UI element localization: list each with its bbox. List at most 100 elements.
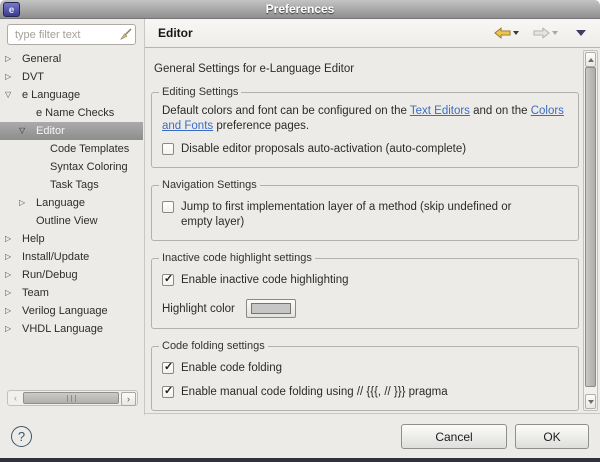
tree-item-vhdl-language[interactable]: VHDL Language [0, 320, 143, 338]
page-description: General Settings for e-Language Editor [154, 63, 355, 75]
editing-settings-description: Default colors and font can be configure… [162, 104, 570, 134]
description-text: preference pages. [213, 120, 310, 132]
vertical-scrollbar-thumb[interactable] [585, 67, 596, 387]
tree-item-code-templates[interactable]: Code Templates [0, 140, 143, 158]
enable-manual-folding-checkbox-row[interactable]: Enable manual code folding using // {{{,… [162, 384, 570, 400]
tree-item-label: Team [22, 287, 49, 299]
tree-horizontal-scrollbar[interactable]: ‹ › [7, 390, 138, 406]
eclipse-logo-icon: e [3, 2, 20, 17]
preference-page-panel: Editor General Settings for e-Language E… [144, 19, 600, 415]
disable-proposals-checkbox-row[interactable]: Disable editor proposals auto-activation… [162, 142, 570, 157]
twisty-collapsed-icon[interactable] [5, 266, 22, 284]
tree-item-language[interactable]: Language [0, 194, 143, 212]
settings-content: General Settings for e-Language Editor E… [151, 48, 579, 411]
description-text: and on the [469, 105, 531, 117]
tree-item-label: e Name Checks [36, 107, 115, 119]
tree-item-task-tags[interactable]: Task Tags [0, 176, 143, 194]
checkbox-label: Jump to first implementation layer of a … [181, 201, 512, 228]
tree-item-label: VHDL Language [22, 323, 103, 335]
tree-item-help[interactable]: Help [0, 230, 143, 248]
preferences-tree: General DVT e Language e Name Checks Edi… [0, 50, 143, 338]
scroll-left-button[interactable]: ‹ [9, 392, 22, 404]
twisty-collapsed-icon[interactable] [5, 50, 22, 68]
tree-item-dvt[interactable]: DVT [0, 68, 143, 86]
tree-item-label: Run/Debug [22, 269, 78, 281]
checkbox-label: Enable manual code folding using // {{{,… [181, 386, 448, 398]
twisty-collapsed-icon[interactable] [5, 302, 22, 320]
tree-item-editor[interactable]: Editor [0, 122, 143, 140]
tree-item-label: Code Templates [50, 143, 130, 155]
color-swatch [250, 303, 291, 314]
checkbox-icon[interactable] [162, 143, 174, 155]
cancel-button[interactable]: Cancel [401, 424, 507, 449]
enable-inactive-highlight-checkbox-row[interactable]: Enable inactive code highlighting [162, 272, 570, 288]
group-title: Code folding settings [159, 340, 268, 352]
checkbox-icon[interactable] [162, 384, 174, 399]
twisty-collapsed-icon[interactable] [5, 320, 22, 338]
group-navigation-settings: Navigation Settings Jump to first implem… [151, 179, 579, 241]
highlight-color-row: Highlight color [162, 299, 570, 318]
tree-item-label: General [22, 53, 62, 65]
page-nav-icons [492, 26, 590, 40]
tree-item-e-language[interactable]: e Language [0, 86, 143, 104]
up-arrow-icon [587, 57, 594, 62]
tree-item-install-update[interactable]: Install/Update [0, 248, 143, 266]
scrollbar-grip [66, 394, 76, 402]
checkbox-label: Disable editor proposals auto-activation… [181, 143, 467, 155]
settings-vertical-scrollbar[interactable] [583, 50, 598, 411]
horizontal-scrollbar-thumb[interactable] [23, 392, 119, 404]
tree-item-label: Syntax Coloring [50, 161, 128, 173]
clear-filter-broom-icon[interactable] [119, 28, 132, 41]
text-editors-link[interactable]: Text Editors [410, 105, 470, 117]
jump-to-first-layer-checkbox-row[interactable]: Jump to first implementation layer of a … [162, 200, 570, 230]
twisty-collapsed-icon[interactable] [5, 284, 22, 302]
back-button[interactable] [492, 26, 521, 40]
tree-item-verilog-language[interactable]: Verilog Language [0, 302, 143, 320]
group-code-folding: Code folding settings Enable code foldin… [151, 340, 579, 411]
scroll-right-button[interactable]: › [121, 392, 136, 406]
ok-button[interactable]: OK [515, 424, 589, 449]
checkbox-label: Enable code folding [181, 362, 283, 374]
group-title: Editing Settings [159, 86, 242, 98]
filter-input[interactable] [13, 27, 119, 42]
twisty-collapsed-icon[interactable] [5, 68, 22, 86]
twisty-collapsed-icon[interactable] [5, 248, 22, 266]
twisty-expanded-icon[interactable] [5, 86, 22, 104]
forward-history-chevron-icon [552, 31, 558, 35]
scroll-up-button[interactable] [585, 52, 596, 67]
tree-item-label: Language [36, 197, 85, 209]
tree-item-outline-view[interactable]: Outline View [0, 212, 143, 230]
tree-item-label: Help [22, 233, 45, 245]
view-menu-icon[interactable] [576, 30, 586, 36]
highlight-color-picker-button[interactable] [245, 299, 296, 318]
highlight-color-label: Highlight color [162, 302, 235, 315]
twisty-collapsed-icon[interactable] [5, 230, 22, 248]
tree-item-syntax-coloring[interactable]: Syntax Coloring [0, 158, 143, 176]
twisty-expanded-icon[interactable] [19, 122, 36, 140]
help-button[interactable]: ? [11, 426, 32, 447]
twisty-collapsed-icon[interactable] [19, 194, 36, 212]
tree-item-team[interactable]: Team [0, 284, 143, 302]
tree-item-e-name-checks[interactable]: e Name Checks [0, 104, 143, 122]
scroll-down-button[interactable] [585, 394, 596, 409]
group-inactive-code-highlight: Inactive code highlight settings Enable … [151, 252, 579, 329]
preferences-sidebar: General DVT e Language e Name Checks Edi… [0, 19, 143, 410]
tree-item-label: e Language [22, 89, 81, 101]
enable-code-folding-checkbox-row[interactable]: Enable code folding [162, 360, 570, 376]
tree-item-label: Task Tags [50, 179, 99, 191]
filter-box [7, 24, 136, 45]
forward-button[interactable] [531, 26, 560, 40]
checkbox-icon[interactable] [162, 201, 174, 213]
group-title: Navigation Settings [159, 179, 260, 191]
page-title: Editor [158, 26, 193, 40]
svg-text:e: e [9, 5, 15, 16]
window-titlebar[interactable]: e Preferences [0, 0, 600, 19]
group-title: Inactive code highlight settings [159, 252, 315, 264]
checkbox-icon[interactable] [162, 360, 174, 375]
tree-item-run-debug[interactable]: Run/Debug [0, 266, 143, 284]
tree-item-label: DVT [22, 71, 44, 83]
tree-item-general[interactable]: General [0, 50, 143, 68]
tree-item-label: Editor [36, 125, 65, 137]
checkbox-icon[interactable] [162, 272, 174, 287]
tree-item-label: Outline View [36, 215, 98, 227]
